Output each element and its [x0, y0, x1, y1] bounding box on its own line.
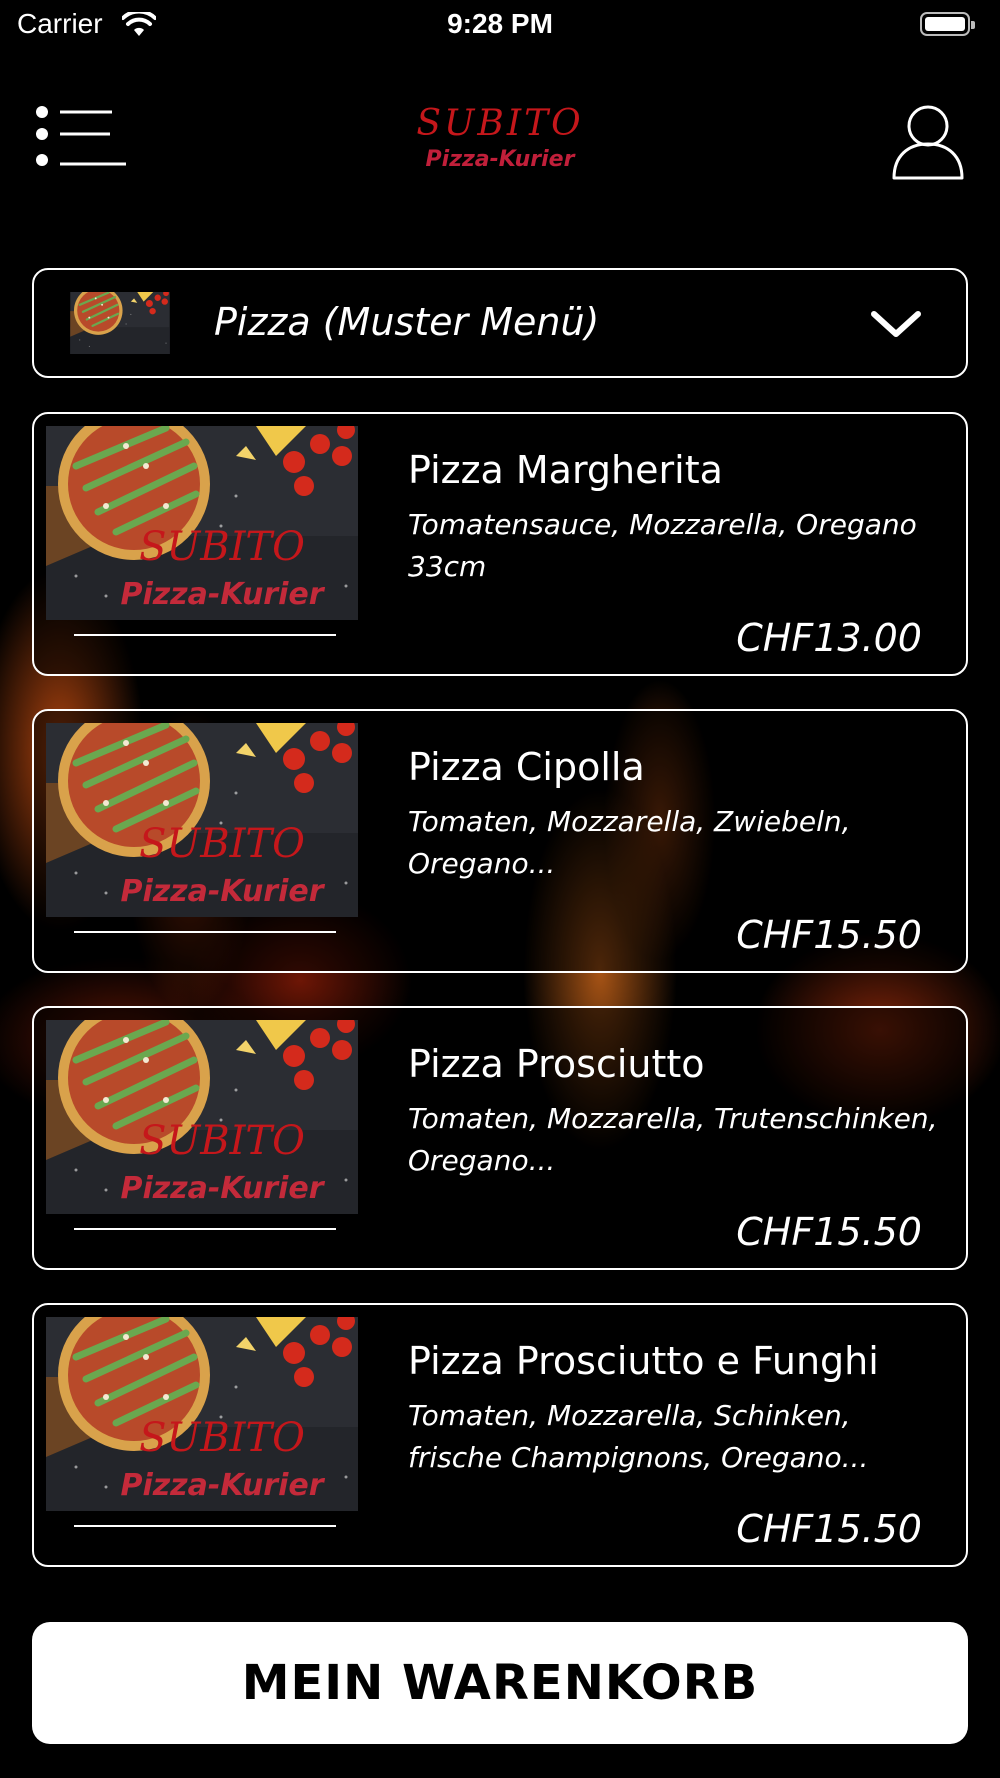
battery-icon [920, 12, 975, 36]
item-price: CHF15.50 [736, 1507, 922, 1551]
logo-title: SUBITO [416, 103, 584, 144]
thumbnail-underline [74, 1525, 336, 1527]
pizza-thumbnail: SUBITO Pizza-Kurier [46, 426, 358, 620]
menu-item-card[interactable]: SUBITO Pizza-Kurier Pizza Prosciutto Tom… [32, 1006, 968, 1270]
item-description: Tomaten, Mozzarella, Trutenschinken, Ore… [408, 1102, 938, 1177]
item-description: Tomatensauce, Mozzarella, Oregano 33cm [408, 508, 917, 583]
item-name: Pizza Cipolla [408, 745, 645, 789]
item-price: CHF15.50 [736, 1210, 922, 1254]
thumbnail-logo-subtitle: Pizza-Kurier [120, 1468, 325, 1503]
user-icon [892, 105, 964, 180]
category-thumbnail [70, 292, 170, 354]
item-price: CHF15.50 [736, 913, 922, 957]
thumbnail-logo-subtitle: Pizza-Kurier [120, 577, 325, 612]
pizza-thumbnail: SUBITO Pizza-Kurier [46, 723, 358, 917]
status-bar: Carrier 9:28 PM [0, 0, 1000, 50]
clock-time: 9:28 PM [447, 8, 553, 39]
item-name: Pizza Margherita [408, 448, 723, 492]
menu-button[interactable] [36, 106, 126, 170]
thumbnail-underline [74, 1228, 336, 1230]
item-description: Tomaten, Mozzarella, Schinken, frische C… [408, 1399, 869, 1474]
thumbnail-logo-subtitle: Pizza-Kurier [120, 874, 325, 909]
thumbnail-underline [74, 634, 336, 636]
thumbnail-logo-title: SUBITO [139, 821, 305, 867]
thumbnail-underline [74, 931, 336, 933]
logo-subtitle: Pizza-Kurier [425, 147, 575, 172]
list-menu-icon [36, 106, 126, 166]
menu-item-card[interactable]: SUBITO Pizza-Kurier Pizza Cipolla Tomate… [32, 709, 968, 973]
category-dropdown[interactable]: Pizza (Muster Menü) [32, 268, 968, 378]
thumbnail-logo-title: SUBITO [139, 524, 305, 570]
item-name: Pizza Prosciutto [408, 1042, 705, 1086]
thumbnail-logo-title: SUBITO [139, 1415, 305, 1461]
menu-item-card[interactable]: SUBITO Pizza-Kurier Pizza Margherita Tom… [32, 412, 968, 676]
brand-logo: SUBITO Pizza-Kurier [400, 102, 600, 182]
menu-item-card[interactable]: SUBITO Pizza-Kurier Pizza Prosciutto e F… [32, 1303, 968, 1567]
thumbnail-logo-subtitle: Pizza-Kurier [120, 1171, 325, 1206]
pizza-thumbnail: SUBITO Pizza-Kurier [46, 1317, 358, 1511]
pizza-thumbnail: SUBITO Pizza-Kurier [46, 1020, 358, 1214]
thumbnail-logo-title: SUBITO [139, 1118, 305, 1164]
item-name: Pizza Prosciutto e Funghi [408, 1339, 879, 1383]
cart-button[interactable]: MEIN WARENKORB [32, 1622, 968, 1744]
menu-item-list: SUBITO Pizza-Kurier Pizza Margherita Tom… [32, 412, 968, 1600]
item-description: Tomaten, Mozzarella, Zwiebeln, Oregano..… [408, 805, 851, 880]
item-price: CHF13.00 [736, 616, 922, 660]
profile-button[interactable] [890, 104, 966, 182]
chevron-down-icon [868, 306, 924, 346]
category-selected-label: Pizza (Muster Menü) [214, 300, 600, 344]
